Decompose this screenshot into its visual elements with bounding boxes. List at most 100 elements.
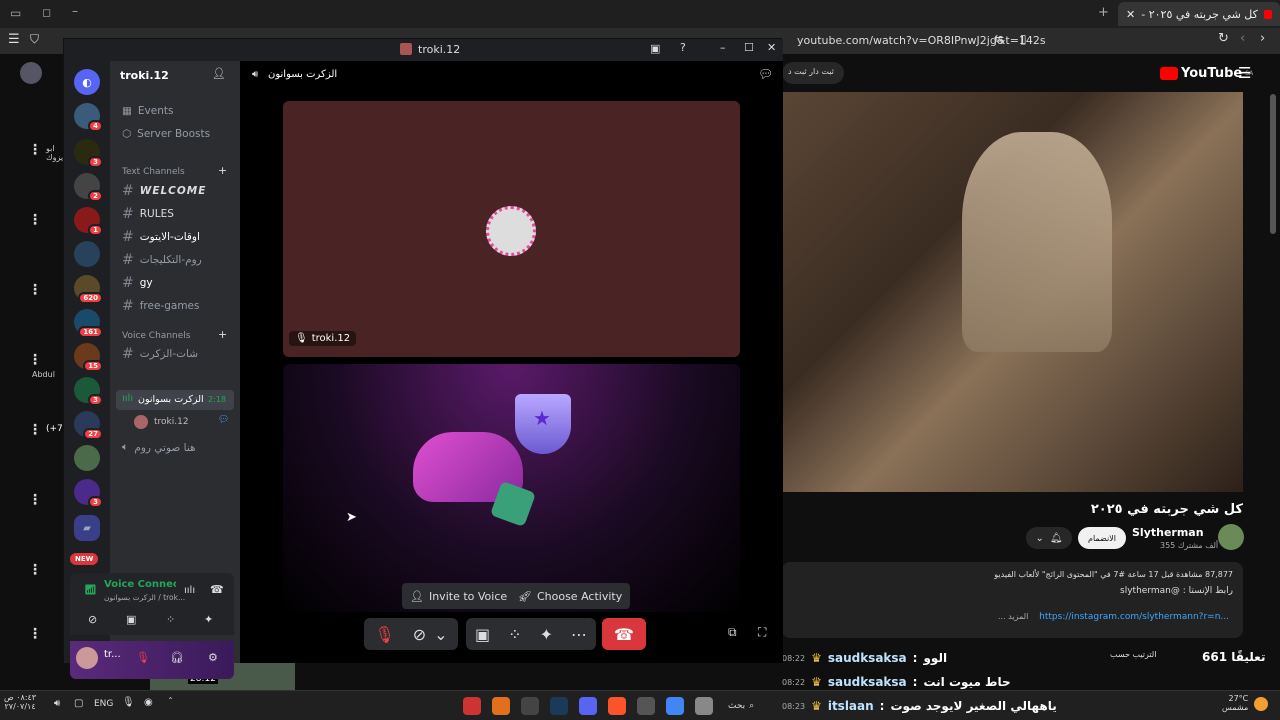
video-player[interactable] [782, 92, 1243, 492]
more-icon[interactable]: ⋮ [28, 562, 42, 578]
server-icon[interactable]: 15 [74, 343, 103, 372]
server-icon[interactable]: 3 [74, 377, 103, 406]
server-icon[interactable]: 1 [74, 207, 103, 236]
voice-channel-room[interactable]: 🔈︎ هنا صوتي روم [122, 441, 196, 454]
more-icon[interactable]: ⋮ [28, 282, 42, 298]
camera-off-icon[interactable]: ⊘ [88, 613, 97, 626]
server-icon[interactable]: 3 [74, 139, 103, 168]
participant-tile[interactable]: 🎙︎ troki.12 [283, 101, 740, 357]
boosts-item[interactable]: ⬡ Server Boosts [122, 128, 210, 140]
channel-free-games[interactable]: # free-games [122, 298, 199, 314]
language-indicator[interactable]: ENG [94, 699, 113, 709]
more-icon[interactable]: ⋮ [28, 142, 42, 158]
channel-clips[interactable]: # روم-التكليجات [122, 252, 202, 268]
mic-muted-icon[interactable]: 🎙︎ [374, 625, 394, 644]
add-channel-icon[interactable]: + [218, 164, 227, 177]
instagram-link[interactable]: https://instagram.com/slythermann?r=n... [1039, 612, 1229, 622]
close-button[interactable]: ✕ [767, 41, 776, 54]
server-icon[interactable]: 620 [74, 275, 103, 304]
chevron-up-icon[interactable]: ˆ [168, 697, 173, 708]
network-icon[interactable]: ▢ [74, 698, 83, 709]
server-icon[interactable]: 3 [74, 479, 103, 508]
activity-icon[interactable]: ⁘ [508, 625, 521, 644]
soundboard-icon[interactable]: ✦ [204, 613, 213, 626]
camera-off-icon[interactable]: ⊘ [413, 625, 426, 644]
more-icon[interactable]: ⋮ [28, 212, 42, 228]
discord-taskbar-icon[interactable] [579, 697, 597, 715]
taskbar-app-icon[interactable] [492, 697, 510, 715]
scrollbar[interactable] [1270, 94, 1276, 234]
notifications-button[interactable]: ⌄ 🔔︎ [1026, 527, 1072, 549]
description-box[interactable]: 87,877 مشاهدة قبل 17 ساعة #7 في "المحتوى… [782, 562, 1243, 638]
avatar[interactable] [20, 62, 42, 84]
new-tab-icon[interactable]: + [1098, 5, 1109, 20]
bookmark-icon[interactable]: ▯ [1020, 32, 1027, 46]
server-name[interactable]: troki.12 [120, 69, 169, 82]
voice-channel-path[interactable]: الزكرت بسوانون / trok... [104, 593, 185, 602]
user-name[interactable]: tr... [104, 649, 121, 660]
server-icon[interactable] [74, 241, 100, 267]
steam-icon[interactable] [550, 697, 568, 715]
help-icon[interactable]: ? [680, 41, 686, 54]
shield-icon[interactable]: ⛉ [30, 32, 39, 47]
events-item[interactable]: ▦ Events [122, 105, 173, 117]
settings-icon[interactable] [637, 697, 655, 715]
more-icon[interactable]: ⋯ [571, 625, 587, 644]
voice-user[interactable]: troki.12 💬︎ [134, 415, 234, 431]
clock[interactable]: ٠٨:٤٣ ص ٢٧/٠٧/١٤ [4, 693, 36, 711]
pop-out-icon[interactable]: ⧉ [728, 625, 737, 640]
join-button[interactable]: الانضمام [1078, 527, 1126, 549]
activity-icon[interactable]: ⁘ [166, 613, 175, 626]
sidebar-toggle-icon[interactable]: ▭ [10, 6, 21, 20]
address-input[interactable]: youtube.com/watch?v=OR8IPnwJ2jg&t=142s [797, 34, 1046, 47]
add-channel-icon[interactable]: + [218, 328, 227, 341]
tab-overview-icon[interactable]: ◻ [42, 6, 51, 19]
screen-share-icon[interactable]: ▣ [475, 625, 490, 644]
choose-activity-button[interactable]: 🚀︎ Choose Activity [510, 583, 631, 609]
chat-bubble-icon[interactable]: 💬︎ [758, 67, 773, 81]
soundboard-icon[interactable]: ✦ [540, 625, 553, 644]
chevron-down-icon[interactable]: ⌄ [434, 625, 447, 644]
more-icon[interactable]: ⋮ [28, 492, 42, 508]
taskbar-app-icon[interactable] [463, 697, 481, 715]
brave-icon[interactable] [608, 697, 626, 715]
menu-icon[interactable]: ☰ [1238, 64, 1251, 82]
channel-welcome[interactable]: # WELCOME [122, 183, 206, 199]
minimize-button[interactable]: – [720, 41, 726, 54]
tab-youtube[interactable]: كل شي جربته في ٢٠٢٥ - (338) You ✕ [1118, 2, 1280, 26]
more-link[interactable]: ... المزيد [998, 612, 1028, 621]
channel-gy[interactable]: # gy [122, 275, 153, 291]
voice-channel-chat[interactable]: # شات-الزكرت [122, 346, 198, 362]
menu-icon[interactable]: ☰ [8, 32, 20, 47]
channel-times[interactable]: # اوقات-الايتوت [122, 229, 200, 245]
settings-gear-icon[interactable]: ⚙ [208, 651, 218, 664]
reload-icon[interactable]: ↻ [1218, 31, 1229, 46]
minimize-icon[interactable]: – [72, 4, 78, 18]
folder-icon[interactable]: ▰ [74, 515, 100, 541]
disconnect-icon[interactable]: ☎︎ [210, 583, 224, 596]
server-icon[interactable]: 27 [74, 411, 103, 440]
tray-icon[interactable]: ◉ [144, 697, 153, 708]
explorer-icon[interactable] [695, 697, 713, 715]
inbox-icon[interactable]: ▣ [650, 42, 660, 55]
noise-icon[interactable]: ıılı [184, 585, 195, 596]
category-text[interactable]: Text Channels [122, 167, 185, 177]
discord-home-icon[interactable]: ◐ [74, 69, 100, 95]
server-icon[interactable]: 161 [74, 309, 103, 338]
chip[interactable]: ثبت دار ثبت د [782, 62, 844, 84]
avatar[interactable] [76, 647, 98, 669]
chrome-icon[interactable] [666, 697, 684, 715]
headphones-icon[interactable]: 🎧︎ [170, 651, 184, 664]
category-voice[interactable]: Voice Channels [122, 331, 190, 341]
more-icon[interactable]: ⋮ [28, 422, 42, 438]
voice-channel-active[interactable]: ıılı الزكرت بسوانون 2:18 [116, 390, 234, 410]
channel-rules[interactable]: # RULES [122, 206, 174, 222]
activity-promo-tile[interactable]: ★ [283, 364, 740, 612]
server-icon[interactable]: 4 [74, 103, 103, 132]
channel-avatar[interactable] [1218, 524, 1244, 550]
maximize-button[interactable]: ☐ [744, 41, 754, 54]
channel-name[interactable]: Slytherman [1132, 526, 1204, 539]
mic-muted-icon[interactable]: 🎙︎ [136, 651, 150, 664]
back-icon[interactable]: ‹ [1240, 31, 1245, 46]
close-tab-icon[interactable]: ✕ [1126, 8, 1135, 21]
